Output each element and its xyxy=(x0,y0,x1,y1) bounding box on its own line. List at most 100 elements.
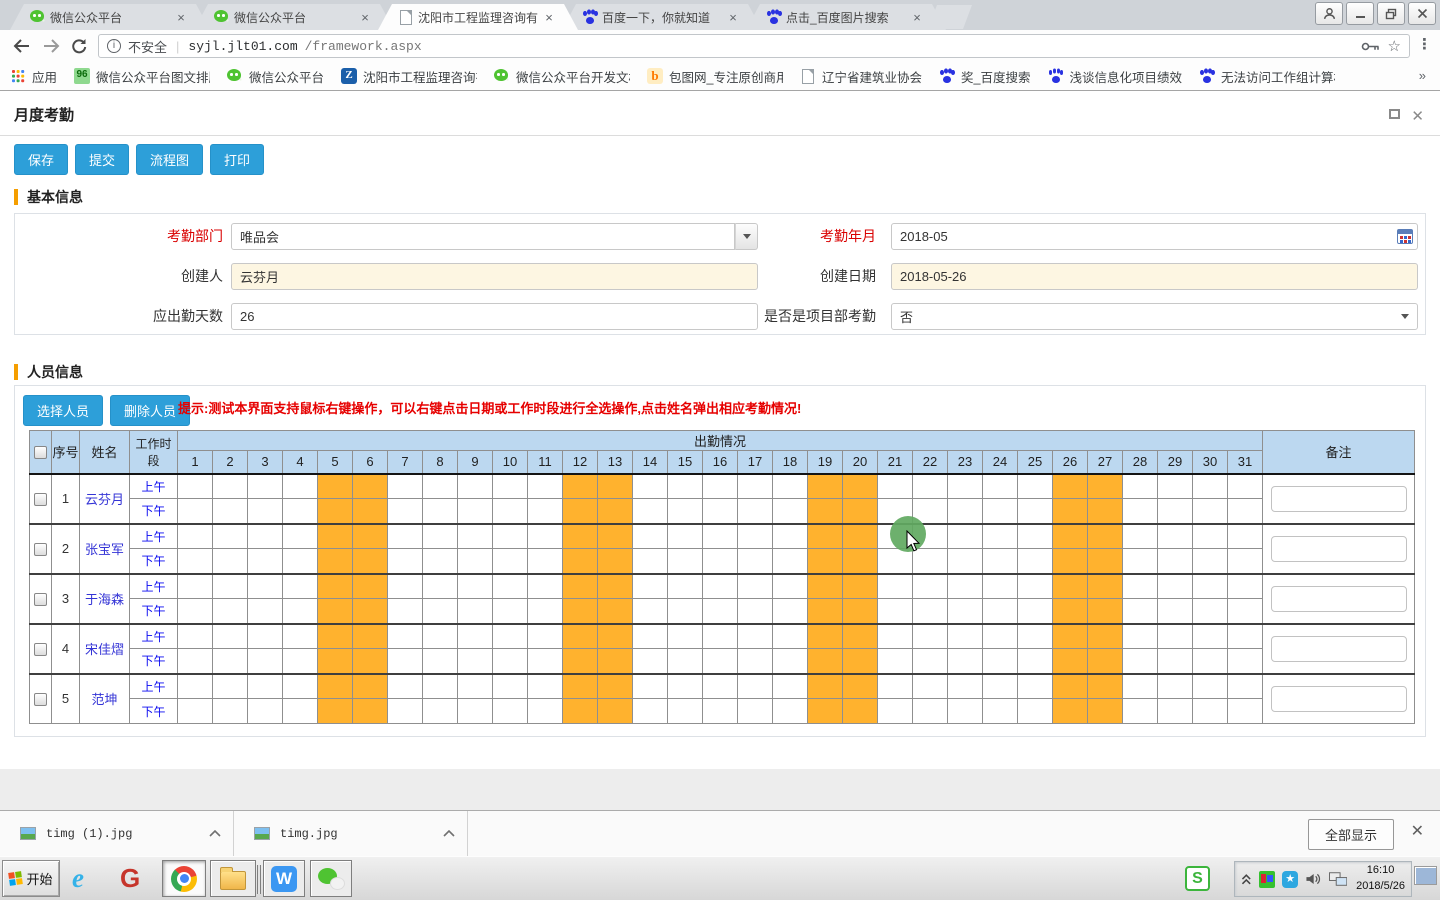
remark-input[interactable] xyxy=(1271,586,1407,612)
attendance-cell[interactable] xyxy=(1088,599,1123,624)
day-header[interactable]: 12 xyxy=(563,451,598,474)
attendance-cell[interactable] xyxy=(423,524,458,549)
attendance-cell[interactable] xyxy=(1123,524,1158,549)
attendance-cell[interactable] xyxy=(878,649,913,674)
attendance-cell[interactable] xyxy=(248,474,283,499)
attendance-cell[interactable] xyxy=(283,599,318,624)
attendance-cell[interactable] xyxy=(738,524,773,549)
attendance-cell[interactable] xyxy=(388,549,423,574)
info-icon[interactable]: i xyxy=(107,39,121,53)
attendance-cell[interactable] xyxy=(563,674,598,699)
attendance-cell[interactable] xyxy=(528,474,563,499)
panel-close-icon[interactable]: ✕ xyxy=(1411,107,1424,125)
attendance-cell[interactable] xyxy=(808,699,843,724)
attendance-cell[interactable] xyxy=(1158,649,1193,674)
attendance-cell[interactable] xyxy=(388,674,423,699)
attendance-cell[interactable] xyxy=(878,674,913,699)
attendance-cell[interactable] xyxy=(423,699,458,724)
attendance-cell[interactable] xyxy=(493,699,528,724)
bookmark-item[interactable]: 无法访问工作组计算机 xyxy=(1199,67,1335,86)
attendance-cell[interactable] xyxy=(283,649,318,674)
attendance-cell[interactable] xyxy=(563,474,598,499)
period-cell[interactable]: 下午 xyxy=(130,699,178,724)
attendance-cell[interactable] xyxy=(563,599,598,624)
refresh-icon[interactable] xyxy=(68,36,90,56)
tray-star-icon[interactable]: ★ xyxy=(1282,871,1298,888)
attendance-cell[interactable] xyxy=(878,574,913,599)
day-header[interactable]: 23 xyxy=(948,451,983,474)
day-header[interactable]: 4 xyxy=(283,451,318,474)
attendance-cell[interactable] xyxy=(773,599,808,624)
attendance-cell[interactable] xyxy=(598,674,633,699)
attendance-cell[interactable] xyxy=(703,474,738,499)
attendance-cell[interactable] xyxy=(423,649,458,674)
attendance-cell[interactable] xyxy=(983,574,1018,599)
attendance-cell[interactable] xyxy=(1088,499,1123,524)
attendance-cell[interactable] xyxy=(1123,674,1158,699)
attendance-cell[interactable] xyxy=(773,674,808,699)
attendance-cell[interactable] xyxy=(213,624,248,649)
attendance-cell[interactable] xyxy=(528,499,563,524)
attendance-cell[interactable] xyxy=(458,574,493,599)
attendance-cell[interactable] xyxy=(703,674,738,699)
attendance-cell[interactable] xyxy=(808,649,843,674)
attendance-cell[interactable] xyxy=(423,574,458,599)
attendance-cell[interactable] xyxy=(703,624,738,649)
attendance-cell[interactable] xyxy=(248,674,283,699)
chrome-taskbar-button[interactable] xyxy=(162,860,206,897)
attendance-cell[interactable] xyxy=(1228,574,1263,599)
attendance-cell[interactable] xyxy=(633,499,668,524)
attendance-cell[interactable] xyxy=(773,499,808,524)
attendance-cell[interactable] xyxy=(1053,474,1088,499)
attendance-cell[interactable] xyxy=(178,674,213,699)
tab-close-icon[interactable]: × xyxy=(726,10,740,25)
attendance-cell[interactable] xyxy=(633,624,668,649)
day-header[interactable]: 7 xyxy=(388,451,423,474)
attendance-cell[interactable] xyxy=(423,599,458,624)
attendance-cell[interactable] xyxy=(598,524,633,549)
period-cell[interactable]: 上午 xyxy=(130,574,178,599)
attendance-cell[interactable] xyxy=(493,649,528,674)
day-header[interactable]: 15 xyxy=(668,451,703,474)
period-cell[interactable]: 下午 xyxy=(130,549,178,574)
browser-tab[interactable]: 沈阳市工程监理咨询有限× xyxy=(378,4,578,30)
day-header[interactable]: 14 xyxy=(633,451,668,474)
attendance-cell[interactable] xyxy=(738,674,773,699)
attendance-cell[interactable] xyxy=(1088,549,1123,574)
day-header[interactable]: 9 xyxy=(458,451,493,474)
attendance-cell[interactable] xyxy=(213,549,248,574)
attendance-cell[interactable] xyxy=(843,599,878,624)
attendance-cell[interactable] xyxy=(318,574,353,599)
attendance-cell[interactable] xyxy=(1088,674,1123,699)
attendance-cell[interactable] xyxy=(668,524,703,549)
attendance-cell[interactable] xyxy=(843,699,878,724)
attendance-cell[interactable] xyxy=(598,624,633,649)
browser-tab[interactable]: 点击_百度图片搜索× xyxy=(746,4,946,30)
attendance-cell[interactable] xyxy=(1053,549,1088,574)
attendance-cell[interactable] xyxy=(423,549,458,574)
flowchart-button[interactable]: 流程图 xyxy=(136,144,203,175)
attendance-cell[interactable] xyxy=(703,699,738,724)
period-cell[interactable]: 上午 xyxy=(130,524,178,549)
attendance-cell[interactable] xyxy=(528,599,563,624)
attendance-cell[interactable] xyxy=(1018,624,1053,649)
attendance-cell[interactable] xyxy=(878,599,913,624)
attendance-cell[interactable] xyxy=(178,699,213,724)
day-header[interactable]: 29 xyxy=(1158,451,1193,474)
attendance-cell[interactable] xyxy=(1228,474,1263,499)
dept-value[interactable] xyxy=(231,223,735,250)
attendance-cell[interactable] xyxy=(353,474,388,499)
day-header[interactable]: 5 xyxy=(318,451,353,474)
remark-input[interactable] xyxy=(1271,636,1407,662)
attendance-cell[interactable] xyxy=(738,574,773,599)
attendance-cell[interactable] xyxy=(283,524,318,549)
attendance-cell[interactable] xyxy=(843,549,878,574)
attendance-cell[interactable] xyxy=(1018,699,1053,724)
restore-button[interactable] xyxy=(1377,2,1405,25)
attendance-cell[interactable] xyxy=(563,624,598,649)
attendance-cell[interactable] xyxy=(808,549,843,574)
network-icon[interactable] xyxy=(1329,872,1347,887)
attendance-cell[interactable] xyxy=(1158,474,1193,499)
select-people-button[interactable]: 选择人员 xyxy=(23,395,103,426)
attendance-cell[interactable] xyxy=(248,574,283,599)
